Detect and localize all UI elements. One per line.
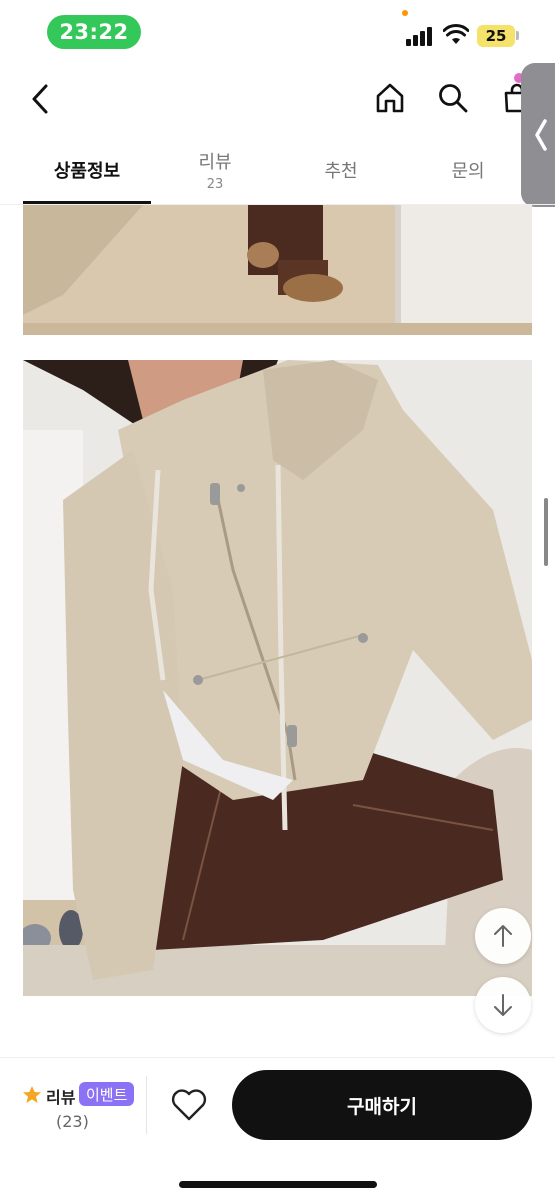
home-button[interactable]: [370, 78, 410, 118]
tab-label: 문의: [451, 161, 485, 182]
buy-button[interactable]: 구매하기: [232, 1070, 532, 1140]
product-photo: [23, 205, 532, 335]
top-nav-bar: [0, 62, 555, 136]
home-indicator: [179, 1181, 377, 1188]
tab-label: 추천: [324, 161, 358, 182]
tab-reviews[interactable]: 리뷰 23: [151, 136, 279, 204]
star-icon: [23, 1086, 41, 1103]
tab-review-count: 23: [206, 177, 224, 192]
wishlist-button[interactable]: [170, 1088, 208, 1122]
active-tab-indicator: [23, 201, 151, 204]
scroll-indicator[interactable]: [544, 498, 548, 566]
tab-recommend[interactable]: 추천: [279, 136, 403, 204]
divider: [146, 1076, 147, 1134]
wifi-icon: [443, 24, 469, 44]
privacy-indicator: [402, 10, 408, 16]
event-badge: 이벤트: [79, 1082, 135, 1106]
tab-product-info[interactable]: 상품정보: [23, 136, 151, 204]
product-tabs: 상품정보 리뷰 23 추천 문의: [0, 136, 555, 205]
scroll-to-bottom-button[interactable]: [475, 977, 531, 1033]
battery-indicator: 25: [477, 25, 515, 47]
review-summary[interactable]: 리뷰 이벤트 (23): [22, 1082, 142, 1138]
arrow-down-icon: [494, 994, 512, 1016]
search-icon: [439, 84, 468, 113]
tab-inquiry[interactable]: 문의: [403, 136, 533, 204]
search-button[interactable]: [433, 78, 473, 118]
arrow-up-icon: [494, 925, 512, 947]
tab-label: 리뷰: [198, 152, 232, 173]
cellular-signal-icon: [406, 26, 434, 46]
status-time: 23:22: [47, 15, 141, 49]
back-button[interactable]: [22, 80, 58, 118]
product-photo-main: [23, 360, 532, 996]
bottom-action-bar: 리뷰 이벤트 (23) 구매하기: [0, 1057, 555, 1201]
heart-icon: [171, 1089, 207, 1121]
review-label: 리뷰: [46, 1088, 76, 1107]
scroll-to-top-button[interactable]: [475, 908, 531, 964]
tab-label: 상품정보: [53, 161, 121, 182]
review-count: (23): [56, 1112, 89, 1131]
home-icon: [376, 83, 404, 113]
chevron-left-icon: [32, 84, 48, 114]
status-bar: 23:22 25: [0, 0, 555, 62]
battery-tip: [516, 31, 519, 40]
